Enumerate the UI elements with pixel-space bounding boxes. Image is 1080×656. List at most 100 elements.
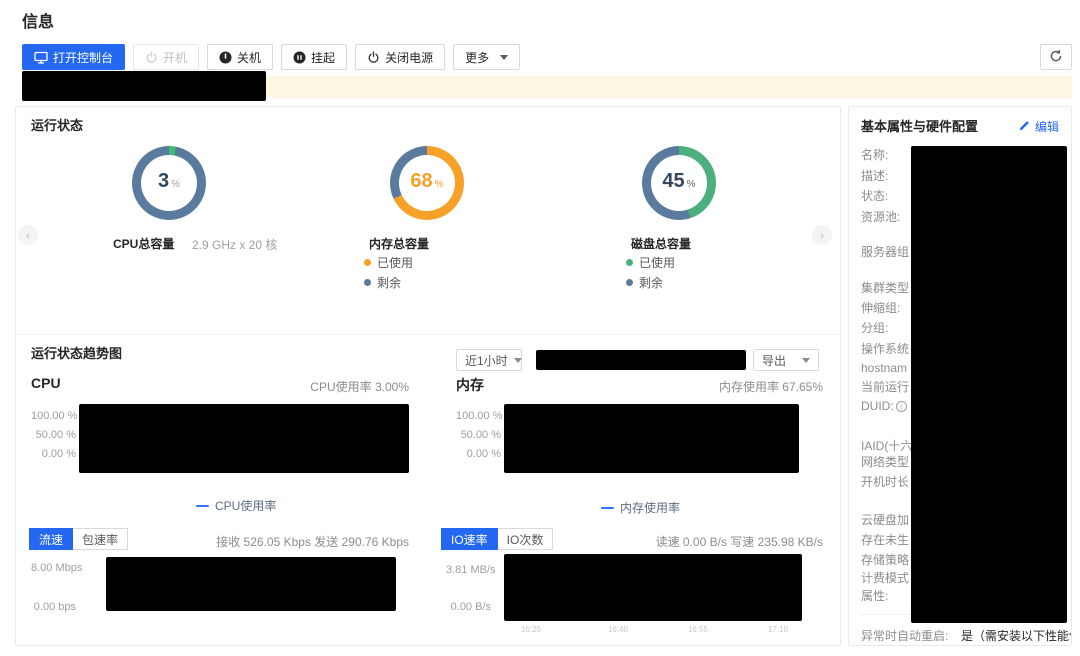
io-summary: 读速 0.00 B/s 写速 235.98 KB/s (576, 533, 823, 550)
property-label: 存储策略 (861, 551, 909, 568)
shutdown-button[interactable]: 关机 (207, 44, 273, 70)
property-label: 网络类型 (861, 453, 909, 470)
property-label: 名称: (861, 146, 888, 163)
status-card: 运行状态 ‹ › 3 % CPU总容量 2.9 GHz x 20 核 68 % … (15, 106, 841, 646)
memory-usage-number: 68 (410, 170, 432, 193)
property-label: 云硬盘加 (861, 511, 909, 528)
edit-label: 编辑 (1035, 118, 1059, 135)
auto-restart-value: 是（需安装以下性能优 (961, 627, 1071, 644)
legend-label: 已使用 (639, 254, 675, 271)
properties-card: 基本属性与硬件配置 编辑 名称:描述:状态:资源池:服务器组集群类型伸缩组:分组… (848, 106, 1072, 646)
section-divider (16, 334, 840, 335)
cpu-chart-legend[interactable]: CPU使用率 (196, 497, 276, 514)
carousel-next-button[interactable]: › (812, 225, 832, 245)
property-label: 伸缩组: (861, 299, 900, 316)
refresh-icon (1049, 49, 1063, 66)
y-axis-tick: 0.00 B/s (446, 601, 491, 613)
export-select[interactable]: 导出 (753, 349, 819, 371)
cpu-spec-label: 2.9 GHz x 20 核 (192, 236, 277, 253)
tab-io-count[interactable]: IO次数 (497, 528, 554, 550)
memory-usage-summary: 内存使用率 67.65% (616, 378, 823, 395)
y-axis-tick: 50.00 % (31, 429, 76, 441)
tab-flow-rate[interactable]: 流速 (29, 528, 73, 550)
disk-usage-number: 45 (662, 170, 684, 193)
cpu-usage-summary: CPU使用率 3.00% (216, 378, 409, 395)
redacted-date-range-picker (536, 350, 746, 370)
y-axis-tick: 50.00 % (456, 429, 501, 441)
memory-usage-unit: % (435, 179, 444, 190)
property-label: 属性: (861, 587, 888, 604)
chevron-down-icon (500, 55, 508, 60)
cpu-usage-unit: % (171, 179, 180, 190)
tab-packet-rate[interactable]: 包速率 (72, 528, 128, 550)
x-axis-tick: 16:40 (608, 625, 628, 634)
open-console-button[interactable]: 打开控制台 (22, 44, 125, 70)
disk-usage-value: 45 % (642, 146, 716, 220)
legend-label: 内存使用率 (620, 499, 680, 516)
memory-chart-title: 内存 (456, 375, 484, 395)
memory-capacity-label: 内存总容量 (369, 235, 429, 252)
property-label: 分组: (861, 319, 888, 336)
y-axis-tick: 0.00 % (31, 448, 76, 460)
shutdown-label: 关机 (237, 49, 261, 66)
pencil-icon (1019, 119, 1031, 134)
cpu-chart-title: CPU (31, 375, 61, 391)
legend-dot-orange (364, 259, 371, 266)
y-axis-tick: 8.00 Mbps (31, 562, 76, 574)
suspend-button[interactable]: 挂起 (281, 44, 347, 70)
open-console-label: 打开控制台 (53, 49, 113, 66)
section-title-trend: 运行状态趋势图 (31, 343, 122, 362)
power-off-button[interactable]: 关闭电源 (355, 44, 445, 70)
property-label: hostnam (861, 361, 907, 375)
power-off-icon (367, 51, 380, 64)
io-tabs: IO速率 IO次数 (441, 528, 553, 550)
property-label: 开机时长 (861, 473, 909, 490)
memory-chart-legend[interactable]: 内存使用率 (601, 499, 680, 516)
property-label: DUID:i (861, 399, 907, 413)
x-axis-tick: 16:25 (521, 625, 541, 634)
power-on-label: 开机 (163, 49, 187, 66)
disk-usage-donut: 45 % (642, 146, 716, 220)
chevron-down-icon (802, 358, 810, 363)
disk-legend-used: 已使用 (626, 254, 675, 271)
properties-title: 基本属性与硬件配置 (861, 116, 978, 135)
refresh-button[interactable] (1040, 44, 1072, 70)
property-label: 当前运行 (861, 378, 909, 395)
memory-usage-value: 68 % (390, 146, 464, 220)
time-range-select[interactable]: 近1小时 (456, 349, 522, 371)
property-label: IAID(十六 (861, 437, 912, 454)
y-axis-tick: 0.00 bps (31, 601, 76, 613)
disk-usage-unit: % (687, 179, 696, 190)
property-label: 集群类型 (861, 279, 909, 296)
more-button[interactable]: 更多 (453, 44, 520, 70)
legend-label: CPU使用率 (215, 497, 276, 514)
time-range-value: 近1小时 (465, 352, 508, 369)
memory-legend-remain: 剩余 (364, 274, 401, 291)
property-label: 描述: (861, 167, 888, 184)
cpu-capacity-label: CPU总容量 (113, 235, 174, 252)
page-title: 信息 (22, 8, 54, 32)
suspend-label: 挂起 (311, 49, 335, 66)
y-axis-tick: 100.00 % (456, 410, 501, 422)
edit-button[interactable]: 编辑 (1019, 118, 1059, 135)
y-axis-tick: 3.81 MB/s (446, 564, 491, 576)
power-off-label: 关闭电源 (385, 49, 433, 66)
redacted-cpu-chart-plot (79, 404, 409, 473)
info-icon[interactable]: i (896, 401, 907, 412)
property-label: 操作系统 (861, 340, 909, 357)
shutdown-icon (219, 51, 232, 64)
chevron-down-icon (514, 358, 522, 363)
network-summary: 接收 526.05 Kbps 发送 290.76 Kbps (166, 533, 409, 550)
toolbar: 打开控制台 开机 关机 挂起 关闭电源 更多 (22, 44, 520, 70)
cpu-usage-number: 3 (158, 170, 169, 193)
memory-usage-donut: 68 % (390, 146, 464, 220)
legend-label: 剩余 (377, 274, 401, 291)
y-axis-tick: 0.00 % (456, 448, 501, 460)
x-axis-tick: 16:55 (688, 625, 708, 634)
cpu-usage-donut: 3 % (132, 146, 206, 220)
tab-io-rate[interactable]: IO速率 (441, 528, 498, 550)
legend-label: 已使用 (377, 254, 413, 271)
legend-label: 剩余 (639, 274, 663, 291)
carousel-prev-button[interactable]: ‹ (18, 225, 38, 245)
auto-restart-label: 异常时自动重启: (861, 627, 948, 644)
